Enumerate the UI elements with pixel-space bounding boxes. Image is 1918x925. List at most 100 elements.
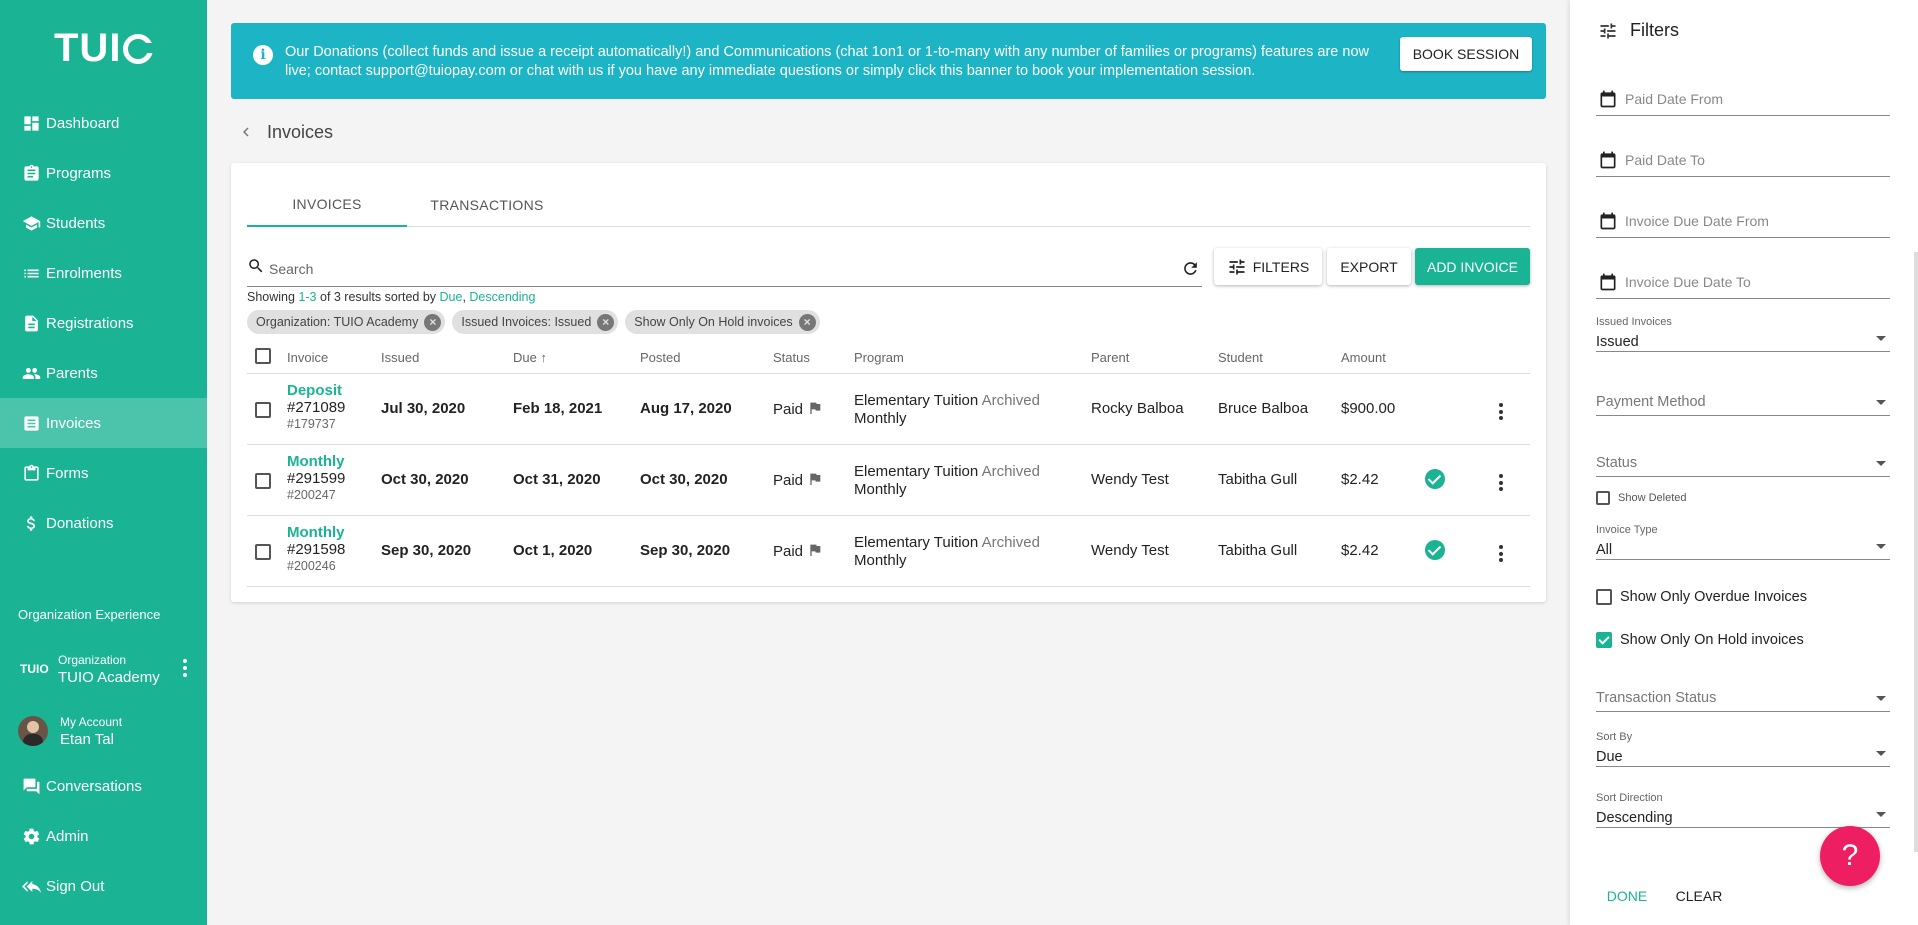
list-icon <box>20 262 42 284</box>
done-button[interactable]: DONE <box>1594 884 1660 908</box>
account-caption: My Account <box>60 714 123 729</box>
sidebar-item-registrations[interactable]: Registrations <box>0 298 207 348</box>
table-row[interactable]: Monthly #291599 #200247 Oct 30, 2020 Oct… <box>247 445 1530 516</box>
org-text: Organization TUIO Academy <box>58 653 160 686</box>
program-tag: Archived <box>981 534 1040 551</box>
export-button[interactable]: EXPORT <box>1327 248 1411 285</box>
show-overdue-checkbox[interactable]: Show Only Overdue Invoices <box>1596 589 1807 605</box>
sidebar-item-label: Sign Out <box>46 877 105 895</box>
field-placeholder: Invoice Due Date From <box>1625 212 1769 229</box>
sidebar-item-students[interactable]: Students <box>0 198 207 248</box>
paid-date-from-field[interactable]: Paid Date From <box>1596 82 1890 116</box>
invoices-table: Invoice Issued Due ↑ Posted Status Progr… <box>247 340 1530 587</box>
col-student[interactable]: Student <box>1218 350 1263 365</box>
panel-scrollbar[interactable] <box>1914 252 1918 852</box>
sidebar-item-sign-out[interactable]: Sign Out <box>0 861 207 911</box>
invoice-type-link[interactable]: Monthly <box>287 524 345 541</box>
sidebar-item-dashboard[interactable]: Dashboard <box>0 98 207 148</box>
amount: $2.42 <box>1341 542 1379 559</box>
announcement-banner[interactable]: i Our Donations (collect funds and issue… <box>231 23 1546 99</box>
page-header: Invoices <box>231 118 333 146</box>
sidebar-item-donations[interactable]: Donations <box>0 498 207 548</box>
invoice-due-date-from-field[interactable]: Invoice Due Date From <box>1596 204 1890 238</box>
close-icon[interactable]: × <box>424 313 442 331</box>
more-vert-icon[interactable] <box>1499 545 1503 565</box>
sort-direction-select[interactable]: Sort Direction Descending <box>1596 792 1890 828</box>
invoice-type-link[interactable]: Deposit <box>287 382 345 399</box>
col-status[interactable]: Status <box>773 350 810 365</box>
row-checkbox[interactable] <box>255 473 271 489</box>
status-text: Paid <box>773 471 804 489</box>
summary-sort[interactable]: Due <box>440 290 463 304</box>
select-value: Due <box>1596 749 1623 765</box>
show-on-hold-checkbox[interactable]: Show Only On Hold invoices <box>1596 632 1804 648</box>
tab-invoices[interactable]: INVOICES <box>247 183 407 227</box>
col-program[interactable]: Program <box>854 350 904 365</box>
sidebar-item-conversations[interactable]: Conversations <box>0 761 207 811</box>
sidebar-item-admin[interactable]: Admin <box>0 811 207 861</box>
parent-name: Wendy Test <box>1091 542 1169 559</box>
more-vert-icon[interactable] <box>1499 474 1503 494</box>
sidebar-item-enrolments[interactable]: Enrolments <box>0 248 207 298</box>
col-invoice[interactable]: Invoice <box>287 350 328 365</box>
col-parent[interactable]: Parent <box>1091 350 1129 365</box>
col-due[interactable]: Due ↑ <box>513 350 547 365</box>
payment-method-select[interactable]: Payment Method <box>1596 380 1890 416</box>
sidebar-item-parents[interactable]: Parents <box>0 348 207 398</box>
book-session-button[interactable]: BOOK SESSION <box>1400 37 1532 71</box>
field-placeholder: Invoice Due Date To <box>1625 273 1751 290</box>
col-amount[interactable]: Amount <box>1341 350 1386 365</box>
tab-transactions[interactable]: TRANSACTIONS <box>407 183 567 227</box>
issued-date: Sep 30, 2020 <box>381 542 472 559</box>
sort-by-select[interactable]: Sort By Due <box>1596 731 1890 767</box>
invoice-due-date-to-field[interactable]: Invoice Due Date To <box>1596 265 1890 299</box>
more-vert-icon[interactable] <box>1499 403 1503 423</box>
paid-date-to-field[interactable]: Paid Date To <box>1596 143 1890 177</box>
col-posted[interactable]: Posted <box>640 350 680 365</box>
org-more-icon[interactable] <box>183 659 187 680</box>
status-select[interactable]: Status <box>1596 441 1890 477</box>
search-input[interactable] <box>269 260 1149 277</box>
flag-icon <box>807 471 823 491</box>
add-invoice-button[interactable]: ADD INVOICE <box>1415 248 1530 285</box>
show-deleted-checkbox[interactable]: Show Deleted <box>1596 491 1687 505</box>
close-icon[interactable]: × <box>597 313 615 331</box>
close-icon[interactable]: × <box>798 313 816 331</box>
select-all-checkbox[interactable] <box>255 348 271 364</box>
org-experience-label: Organization Experience <box>18 607 161 622</box>
status-text: Paid <box>773 542 804 560</box>
sidebar-item-label: Forms <box>46 464 89 482</box>
invoice-type-link[interactable]: Monthly <box>287 453 345 470</box>
invoice-type-select[interactable]: Invoice Type All <box>1596 524 1890 560</box>
sidebar-item-forms[interactable]: Forms <box>0 448 207 498</box>
row-checkbox[interactable] <box>255 402 271 418</box>
table-row[interactable]: Deposit #271089 #179737 Jul 30, 2020 Feb… <box>247 374 1530 445</box>
issued-invoices-select[interactable]: Issued Invoices Issued <box>1596 316 1890 352</box>
refresh-icon[interactable] <box>1181 259 1200 283</box>
transaction-status-select[interactable]: Transaction Status <box>1596 676 1890 712</box>
clear-button[interactable]: CLEAR <box>1666 884 1732 908</box>
filters-button[interactable]: FILTERS <box>1214 248 1322 285</box>
status-cell: Paid <box>773 400 823 420</box>
arrow-up-icon: ↑ <box>540 350 547 365</box>
org-switcher[interactable]: TUIO Organization TUIO Academy <box>0 645 207 693</box>
row-checkbox[interactable] <box>255 544 271 560</box>
sidebar-item-invoices[interactable]: Invoices <box>0 398 207 448</box>
my-account[interactable]: My Account Etan Tal <box>0 708 207 754</box>
chevron-left-icon[interactable] <box>231 118 261 146</box>
tuio-logo[interactable]: TUI <box>54 26 155 71</box>
help-button[interactable]: ? <box>1820 826 1880 886</box>
results-summary: Showing 1-3 of 3 results sorted by Due, … <box>247 290 535 304</box>
col-issued[interactable]: Issued <box>381 350 419 365</box>
select-placeholder: Transaction Status <box>1596 690 1717 706</box>
filters-panel: Filters Paid Date From Paid Date To Invo… <box>1570 0 1918 925</box>
invoice-cell: Monthly #291598 #200246 <box>287 524 345 573</box>
invoice-cell: Monthly #291599 #200247 <box>287 453 345 502</box>
sidebar-item-programs[interactable]: Programs <box>0 148 207 198</box>
caret-down-icon <box>1876 544 1886 549</box>
summary-direction[interactable]: Descending <box>469 290 535 304</box>
caret-down-icon <box>1876 696 1886 701</box>
table-row[interactable]: Monthly #291598 #200246 Sep 30, 2020 Oct… <box>247 516 1530 587</box>
sidebar-nav: Dashboard Programs Students Enrolments R… <box>0 98 207 548</box>
document-icon <box>20 312 42 334</box>
